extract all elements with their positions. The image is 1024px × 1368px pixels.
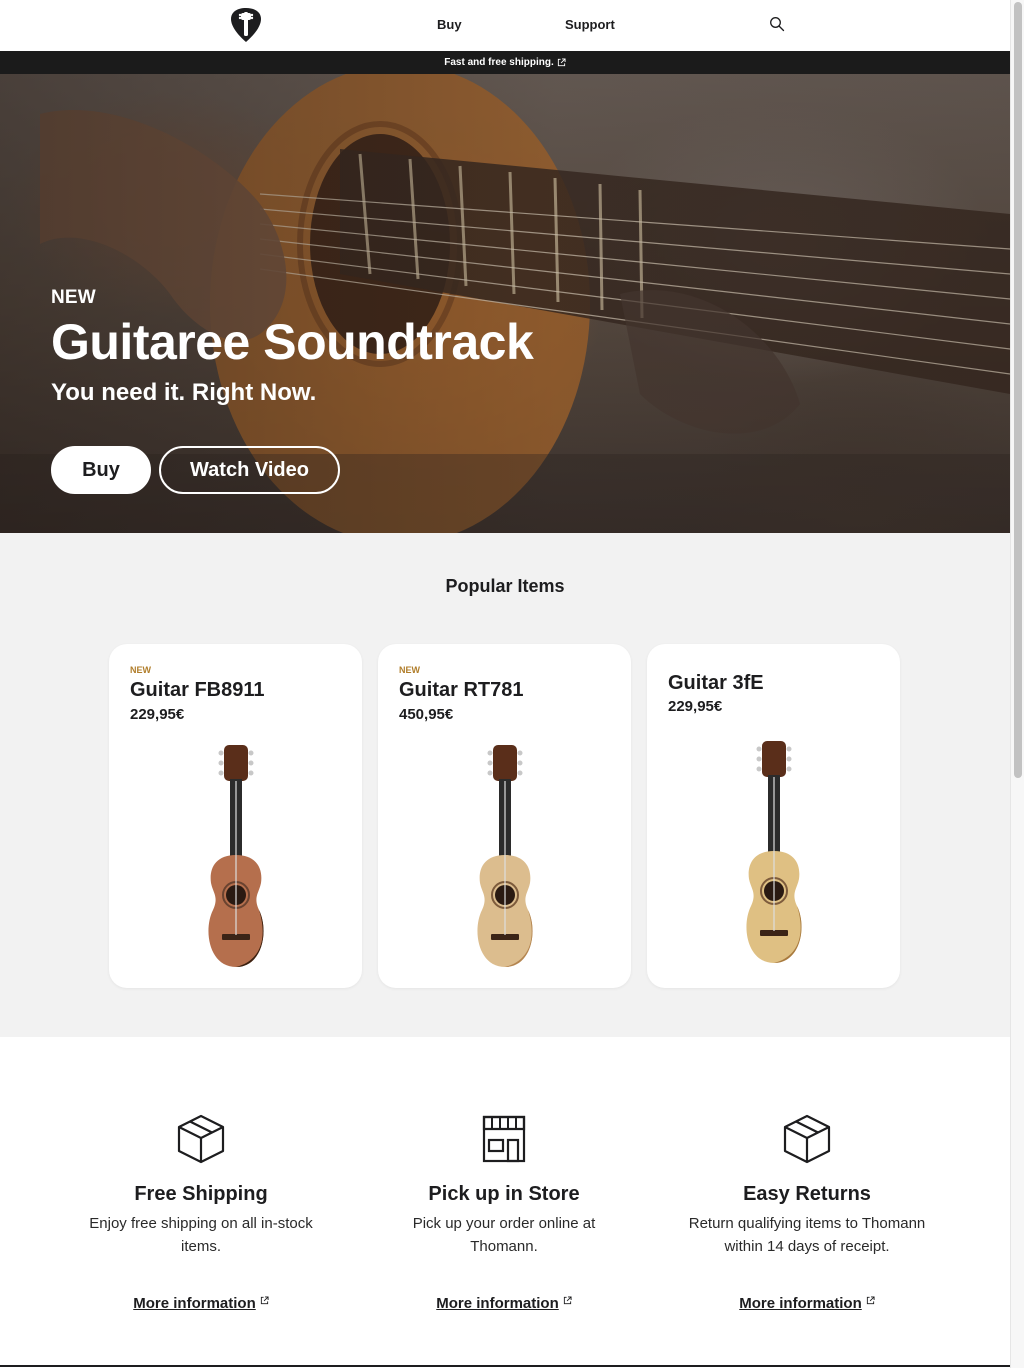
guitar-image	[746, 741, 802, 963]
more-information-link[interactable]: More information	[374, 1295, 634, 1312]
watch-video-button[interactable]: Watch Video	[159, 446, 340, 494]
footer-divider	[0, 1365, 1010, 1367]
popular-items-section: Popular Items NEW Guitar FB8911 229,95€	[0, 533, 1010, 1037]
external-link-icon	[866, 1296, 875, 1305]
hero-copy: NEW Guitaree Soundtrack You need it. Rig…	[51, 287, 534, 407]
guitar-image	[208, 745, 264, 967]
box-icon	[783, 1114, 831, 1164]
product-name: Guitar 3fE	[668, 672, 764, 694]
top-navigation: Buy Support	[0, 0, 1010, 51]
box-icon	[177, 1114, 225, 1164]
feature-text: Return qualifying items to Thomann withi…	[688, 1215, 926, 1255]
link-label: More information	[133, 1295, 256, 1312]
more-information-link[interactable]: More information	[677, 1295, 937, 1312]
product-name: Guitar FB8911	[130, 679, 265, 701]
feature-pick-up-in-store: Pick up in Store Pick up your order onli…	[374, 1113, 634, 1258]
new-badge: NEW	[130, 665, 151, 675]
guitar-pick-logo-icon[interactable]	[229, 7, 263, 43]
feature-title: Free Shipping	[134, 1183, 268, 1205]
page: Buy Support Fast and free shipping. NEW …	[0, 0, 1010, 1368]
external-link-icon	[260, 1296, 269, 1305]
external-link-icon	[557, 58, 566, 67]
vertical-scrollbar[interactable]	[1010, 0, 1024, 1368]
product-price: 229,95€	[130, 706, 185, 723]
search-icon[interactable]	[769, 16, 785, 32]
feature-text: Pick up your order online at Thomann.	[412, 1215, 596, 1255]
feature-title: Pick up in Store	[428, 1183, 580, 1205]
scrollbar-thumb[interactable]	[1014, 2, 1022, 778]
feature-title: Easy Returns	[743, 1183, 871, 1205]
nav-link-buy[interactable]: Buy	[437, 17, 462, 32]
hero-title: Guitaree Soundtrack	[51, 314, 534, 370]
product-card[interactable]: Guitar 3fE 229,95€	[647, 644, 900, 988]
buy-button[interactable]: Buy	[51, 446, 151, 494]
link-label: More information	[436, 1295, 559, 1312]
product-card[interactable]: NEW Guitar FB8911 229,95€	[109, 644, 362, 988]
more-information-link[interactable]: More information	[71, 1295, 331, 1312]
feature-text: Enjoy free shipping on all in-stock item…	[89, 1215, 313, 1255]
hero-eyebrow: NEW	[51, 287, 96, 308]
section-title: Popular Items	[445, 576, 565, 596]
hero-banner: NEW Guitaree Soundtrack You need it. Rig…	[0, 74, 1010, 533]
new-badge: NEW	[399, 665, 420, 675]
promo-banner[interactable]: Fast and free shipping.	[0, 51, 1010, 74]
product-price: 450,95€	[399, 706, 454, 723]
product-card[interactable]: NEW Guitar RT781 450,95€	[378, 644, 631, 988]
feature-free-shipping: Free Shipping Enjoy free shipping on all…	[71, 1113, 331, 1258]
product-name: Guitar RT781	[399, 679, 524, 701]
nav-link-support[interactable]: Support	[565, 17, 615, 32]
product-cards: NEW Guitar FB8911 229,95€ NEW Guitar RT7…	[109, 644, 900, 988]
product-price: 229,95€	[668, 698, 723, 715]
promo-text: Fast and free shipping.	[444, 57, 554, 68]
features-section: Free Shipping Enjoy free shipping on all…	[0, 1037, 1010, 1367]
hero-subtitle: You need it. Right Now.	[51, 379, 317, 406]
hero-actions: Buy Watch Video	[51, 446, 340, 494]
feature-easy-returns: Easy Returns Return qualifying items to …	[677, 1113, 937, 1258]
guitar-image	[477, 745, 533, 967]
link-label: More information	[739, 1295, 862, 1312]
store-icon	[482, 1115, 526, 1163]
external-link-icon	[563, 1296, 572, 1305]
